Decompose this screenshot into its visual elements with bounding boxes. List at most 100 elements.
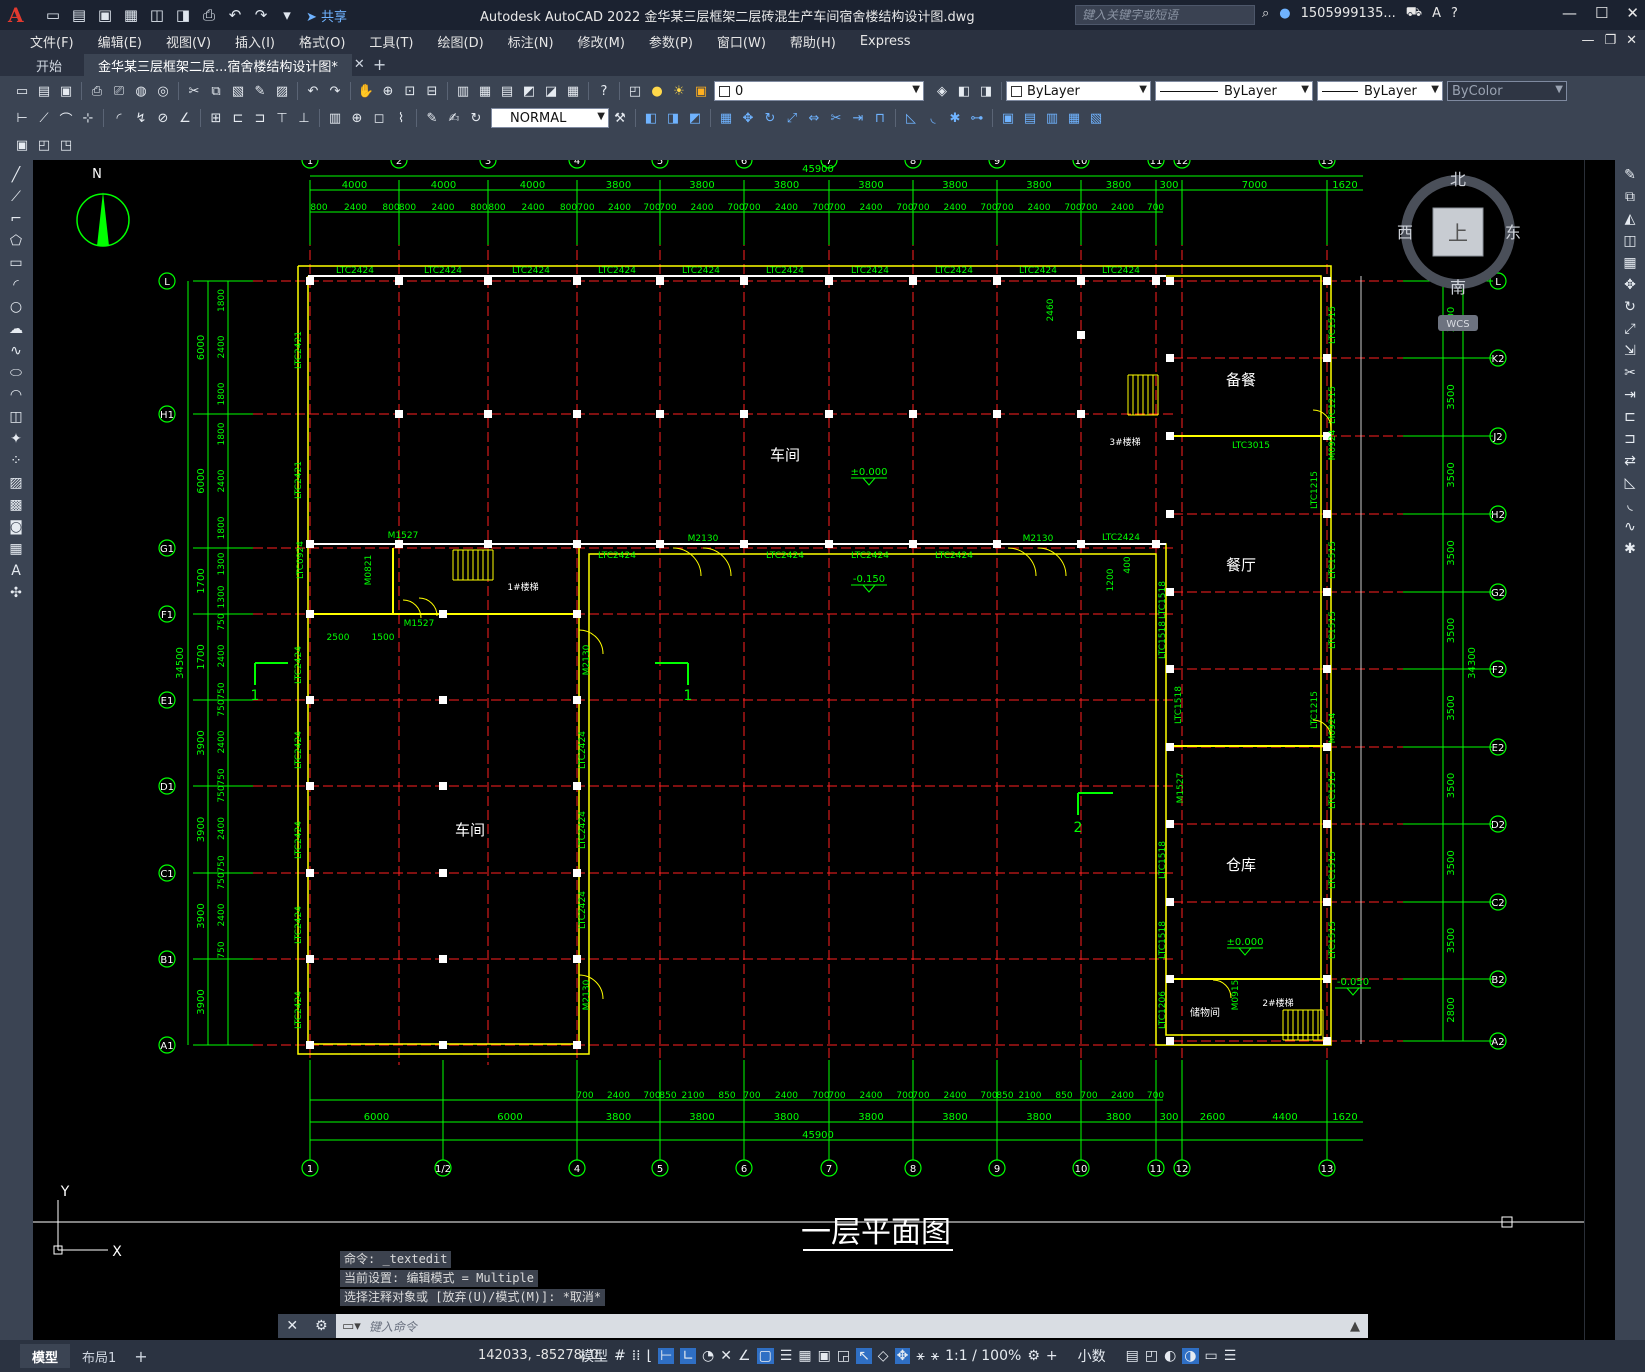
maximize-icon[interactable]: ☐	[1595, 4, 1608, 22]
radius-dim-icon[interactable]: ◜	[109, 108, 129, 128]
mtext-icon[interactable]: A	[5, 560, 27, 582]
draworder-back-icon[interactable]: ▤	[1020, 108, 1040, 128]
command-input[interactable]: 键入命令	[361, 1318, 417, 1335]
chamfer-icon[interactable]: ◺	[901, 108, 921, 128]
create-block-icon[interactable]: ◰	[34, 135, 54, 155]
cart-icon[interactable]: ⛟	[1406, 5, 1422, 22]
minimize-icon[interactable]: —	[1562, 4, 1577, 22]
save-as-icon[interactable]: ▦	[120, 4, 142, 26]
share-button[interactable]: ➤ 共享	[306, 6, 347, 25]
customize-qat-icon[interactable]: ▾	[276, 4, 298, 26]
command-prompt-icon[interactable]: ▭▾	[336, 1319, 361, 1334]
stretch-icon[interactable]: ⇲	[1619, 340, 1641, 362]
arc-length-icon[interactable]: ⌒	[56, 108, 76, 128]
ellipse-icon[interactable]: ⬭	[5, 362, 27, 384]
insert-block-icon[interactable]: ▣	[12, 135, 32, 155]
chamfer-icon[interactable]: ◺	[1619, 472, 1641, 494]
redo-icon[interactable]: ↷	[250, 4, 272, 26]
tab-layout1[interactable]: 布局1	[70, 1344, 128, 1368]
menu-window[interactable]: 窗口(W)	[705, 32, 778, 51]
dynamic-input-icon[interactable]: ⊢	[658, 1348, 675, 1364]
gradient-icon[interactable]: ▩	[5, 494, 27, 516]
dim-update-icon[interactable]: ↻	[466, 108, 486, 128]
quick-properties-icon[interactable]: ▤	[1126, 1348, 1139, 1364]
circle-icon[interactable]: ○	[5, 296, 27, 318]
annotation-monitor-icon[interactable]: +	[1046, 1348, 1058, 1364]
quickcalc-icon[interactable]: ▦	[563, 81, 583, 101]
insert-block-icon[interactable]: ◫	[5, 406, 27, 428]
dim-space-icon[interactable]: ⊤	[272, 108, 292, 128]
undo-icon[interactable]: ↶	[224, 4, 246, 26]
construction-line-icon[interactable]: ⟋	[5, 186, 27, 208]
offset-icon[interactable]: ◫	[1619, 230, 1641, 252]
offset-icon[interactable]: ◩	[685, 108, 705, 128]
close-cmdline-icon[interactable]: ✕	[286, 1318, 298, 1334]
dim-edit-icon[interactable]: ✎	[422, 108, 442, 128]
save-icon[interactable]: ▣	[94, 4, 116, 26]
object-snap-tracking-icon[interactable]: ∠	[738, 1348, 751, 1364]
break-point-icon[interactable]: ⊏	[1619, 406, 1641, 428]
new-tab-icon[interactable]: +	[373, 55, 386, 76]
vertical-scroll-area[interactable]	[1584, 160, 1615, 1340]
linear-dim-icon[interactable]: ⊢	[12, 108, 32, 128]
explode-icon[interactable]: ✱	[945, 108, 965, 128]
plot-icon[interactable]: ⎙	[198, 4, 220, 26]
linetype-select[interactable]: ByLayer ▼	[1155, 81, 1313, 101]
dimstyle-select[interactable]: NORMAL ▼	[491, 108, 609, 128]
center-mark-icon[interactable]: ⊕	[347, 108, 367, 128]
menu-format[interactable]: 格式(O)	[287, 32, 357, 51]
join-icon[interactable]: ⊶	[967, 108, 987, 128]
clean-screen-icon[interactable]: ▭	[1205, 1348, 1218, 1364]
menu-edit[interactable]: 编辑(E)	[86, 32, 154, 51]
tab-model[interactable]: 模型	[20, 1344, 71, 1368]
menu-draw[interactable]: 绘图(D)	[426, 32, 496, 51]
zoom-previous-icon[interactable]: ⊟	[422, 81, 442, 101]
rotate-icon[interactable]: ↻	[760, 108, 780, 128]
object-snap-icon[interactable]: ▢	[756, 1348, 774, 1364]
3d-osnap-icon[interactable]: ◲	[837, 1348, 850, 1364]
erase-icon[interactable]: ✎	[1619, 164, 1641, 186]
layer-lock-icon[interactable]: ▣	[691, 81, 711, 101]
menu-help[interactable]: 帮助(H)	[778, 32, 848, 51]
close-icon[interactable]: ✕	[1626, 4, 1639, 22]
copy-icon[interactable]: ⧉	[1619, 186, 1641, 208]
rotate-icon[interactable]: ↻	[1619, 296, 1641, 318]
doc-minimize-icon[interactable]: —	[1581, 33, 1594, 48]
quick-dim-icon[interactable]: ⊞	[206, 108, 226, 128]
layer-previous-icon[interactable]: ◧	[954, 81, 974, 101]
layer-on-icon[interactable]: ●	[647, 81, 667, 101]
help-icon[interactable]: ?	[1451, 6, 1458, 21]
snap-icon[interactable]: ⁞⁞	[632, 1348, 641, 1364]
web-save-icon[interactable]: ◨	[172, 4, 194, 26]
undo-icon[interactable]: ↶	[303, 81, 323, 101]
lineweight-icon[interactable]: ☰	[780, 1348, 793, 1364]
help-icon[interactable]: ?	[594, 81, 614, 101]
auto-scale-icon[interactable]: ⚹	[931, 1348, 939, 1364]
recent-commands-icon[interactable]: ▲	[1350, 1319, 1360, 1334]
menu-tools[interactable]: 工具(T)	[357, 32, 425, 51]
break-icon[interactable]: ⊐	[1619, 428, 1641, 450]
user-icon[interactable]: ●	[1279, 6, 1290, 21]
plot-preview-icon[interactable]: ⎚	[109, 81, 129, 101]
save-icon[interactable]: ▣	[56, 81, 76, 101]
revcloud-icon[interactable]: ☁	[5, 318, 27, 340]
dim-text-edit-icon[interactable]: ✍	[444, 108, 464, 128]
table-icon[interactable]: ▦	[5, 538, 27, 560]
draworder-front-icon[interactable]: ▣	[998, 108, 1018, 128]
fillet-icon[interactable]: ◟	[923, 108, 943, 128]
annotation-scale-label[interactable]: 1:1 / 100%	[945, 1348, 1021, 1364]
units-label[interactable]: 小数	[1078, 1346, 1106, 1366]
menu-file[interactable]: 文件(F)	[18, 32, 86, 51]
customization-icon[interactable]: ☰	[1224, 1348, 1237, 1364]
break-icon[interactable]: ⊓	[870, 108, 890, 128]
menu-dimension[interactable]: 标注(N)	[496, 32, 566, 51]
hardware-accel-icon[interactable]: ◑	[1182, 1348, 1199, 1364]
text-front-icon[interactable]: ▧	[1086, 108, 1106, 128]
menu-insert[interactable]: 插入(I)	[223, 32, 287, 51]
tab-close-icon[interactable]: ✕	[354, 57, 365, 72]
tab-start[interactable]: 开始	[22, 54, 76, 76]
selection-cycling-icon[interactable]: ▣	[818, 1348, 831, 1364]
ellipse-arc-icon[interactable]: ◠	[5, 384, 27, 406]
lineweight-select[interactable]: ByLayer ▼	[1317, 81, 1443, 101]
stretch-icon[interactable]: ⇔	[804, 108, 824, 128]
